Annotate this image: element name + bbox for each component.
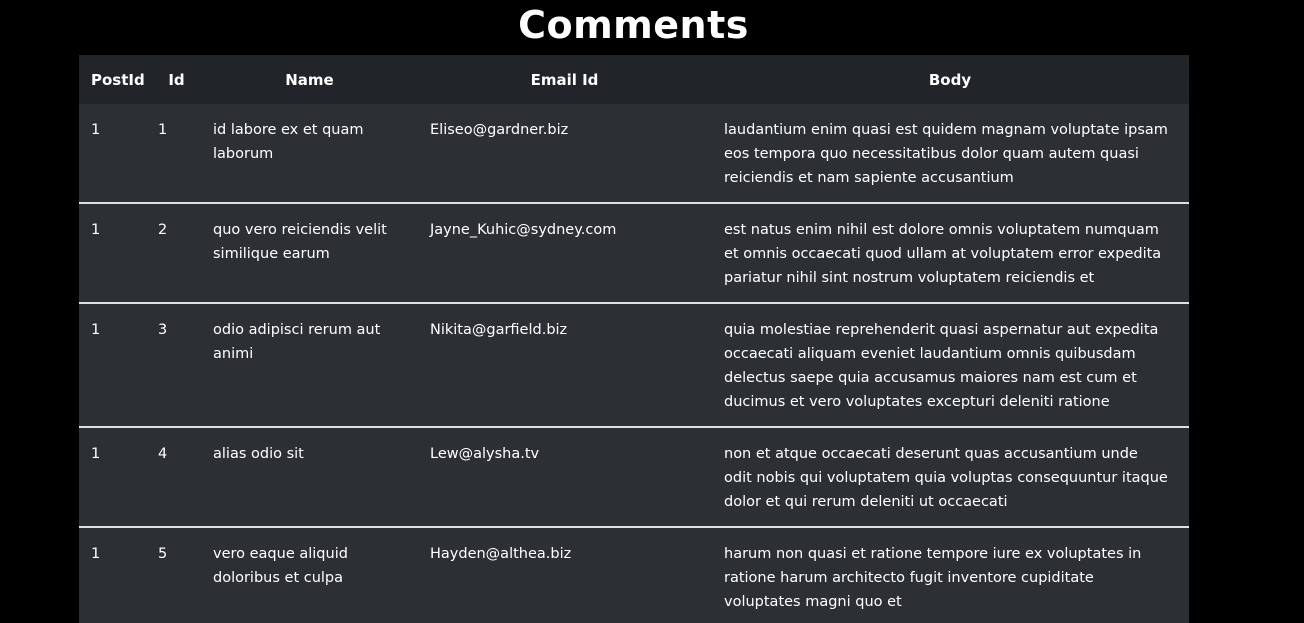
- column-header-id: Id: [168, 70, 185, 89]
- cell-email: Nikita@garfield.biz: [430, 322, 568, 338]
- cell-id: 2: [158, 222, 168, 238]
- table-header-row: PostId Id Name Email Id Body: [79, 55, 1189, 104]
- table-row: 1 2 quo vero reiciendis velit similique …: [79, 203, 1189, 303]
- cell-body: harum non quasi et ratione tempore iure …: [724, 546, 1142, 610]
- column-header-body: Body: [928, 70, 972, 89]
- comments-table-container: PostId Id Name Email Id Body 1 1 id labo…: [79, 55, 1189, 623]
- cell-body: non et atque occaecati deserunt quas acc…: [724, 446, 1168, 510]
- cell-id: 4: [158, 446, 168, 462]
- cell-body: laudantium enim quasi est quidem magnam …: [724, 122, 1168, 186]
- cell-name: id labore ex et quam laborum: [213, 122, 364, 162]
- cell-email: Hayden@althea.biz: [430, 546, 572, 562]
- column-header-postid: PostId: [91, 70, 145, 89]
- cell-email: Lew@alysha.tv: [430, 446, 540, 462]
- column-header-email: Email Id: [530, 70, 599, 89]
- cell-postid: 1: [91, 122, 101, 138]
- column-header-name: Name: [285, 70, 334, 89]
- table-row: 1 3 odio adipisci rerum aut animi Nikita…: [79, 303, 1189, 427]
- cell-id: 3: [158, 322, 168, 338]
- cell-body: est natus enim nihil est dolore omnis vo…: [724, 222, 1162, 286]
- cell-postid: 1: [91, 322, 101, 338]
- table-row: 1 5 vero eaque aliquid doloribus et culp…: [79, 527, 1189, 623]
- cell-email: Eliseo@gardner.biz: [430, 122, 569, 138]
- cell-id: 5: [158, 546, 168, 562]
- table-row: 1 1 id labore ex et quam laborum Eliseo@…: [79, 104, 1189, 203]
- table-body: 1 1 id labore ex et quam laborum Eliseo@…: [79, 104, 1189, 623]
- cell-name: vero eaque aliquid doloribus et culpa: [213, 546, 348, 586]
- table-header: PostId Id Name Email Id Body: [79, 55, 1189, 104]
- cell-name: alias odio sit: [213, 446, 304, 462]
- cell-name: odio adipisci rerum aut animi: [213, 322, 381, 362]
- cell-postid: 1: [91, 446, 101, 462]
- cell-email: Jayne_Kuhic@sydney.com: [430, 222, 617, 238]
- cell-postid: 1: [91, 546, 101, 562]
- cell-id: 1: [158, 122, 168, 138]
- cell-name: quo vero reiciendis velit similique earu…: [213, 222, 387, 262]
- cell-postid: 1: [91, 222, 101, 238]
- page-title: Comments: [518, 3, 749, 47]
- table-row: 1 4 alias odio sit Lew@alysha.tv non et …: [79, 427, 1189, 527]
- cell-body: quia molestiae reprehenderit quasi asper…: [724, 322, 1159, 410]
- comments-table: PostId Id Name Email Id Body 1 1 id labo…: [79, 55, 1189, 623]
